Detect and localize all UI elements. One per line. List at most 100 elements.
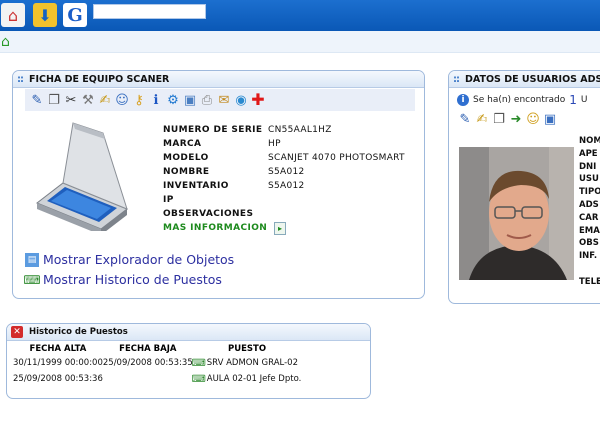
results-count: i Se ha(n) encontrado 1 U [457, 93, 588, 107]
field-label: ADS [579, 199, 599, 210]
puesto-label: SRV ADMON GRAL-02 [206, 358, 298, 368]
field-label: TELE [579, 276, 600, 287]
equipment-fields: NUMERO DE SERIE CN55AAL1HZ MARCA HP MODELO… [163, 123, 405, 235]
users-icon[interactable]: ☺ [525, 111, 541, 127]
field-label: NUMERO DE SERIE [163, 125, 263, 135]
field-label: OBS [579, 238, 599, 249]
users-icon[interactable]: ☺ [114, 92, 130, 108]
panel-title: Historico de Puestos [29, 327, 128, 337]
found-suffix: U [580, 95, 588, 105]
drag-handle-icon[interactable]: :: [17, 74, 24, 85]
panel-title: FICHA DE EQUIPO SCANER [29, 73, 170, 85]
workstation-icon: ⌨ [191, 357, 206, 369]
globe-icon[interactable]: ◉ [233, 92, 249, 108]
puesto-label: AULA 02-01 Jefe Dpto. [206, 374, 302, 384]
puesto-cell[interactable]: ⌨ SRV ADMON GRAL-02 [191, 355, 302, 371]
field-label: NOMBRE [163, 167, 210, 177]
field-label: CAR [579, 212, 599, 223]
note-icon[interactable]: ✍ [474, 111, 490, 127]
add-icon[interactable]: ✚ [250, 92, 266, 108]
found-text: Se ha(n) encontrado [473, 95, 566, 105]
field-value: S5A012 [268, 181, 305, 191]
tools-icon[interactable]: ⚒ [80, 92, 96, 108]
explorer-icon: ▤ [25, 252, 39, 267]
field-row-modelo: MODELO SCANJET 4070 PHOTOSMART [163, 151, 405, 165]
close-icon[interactable]: ✕ [11, 326, 23, 338]
field-label: TIPO [579, 187, 600, 198]
computer-icon[interactable]: ▣ [542, 111, 558, 127]
user-field-labels: NOM APE DNI USU TIPO ADS CAR EMA OBS INF… [579, 135, 600, 289]
panel-title: DATOS DE USUARIOS ADS [465, 73, 600, 85]
field-label: EMA [579, 225, 600, 236]
field-label: INF. [579, 251, 598, 262]
copy-icon[interactable]: ❐ [46, 92, 62, 108]
field-row-marca: MARCA HP [163, 137, 405, 151]
field-label [579, 263, 600, 276]
field-value: HP [268, 139, 281, 149]
equipment-toolbar: ✎ ❐ ✂ ⚒ ✍ ☺ ⚷ ℹ ⚙ ▣ ⎙ ✉ ◉ ✚ [25, 89, 415, 111]
field-row-serie: NUMERO DE SERIE CN55AAL1HZ [163, 123, 405, 137]
note-icon[interactable]: ✍ [97, 92, 113, 108]
top-toolbar: ⌂ ⬇ G [0, 0, 600, 31]
print-icon[interactable]: ⎙ [199, 92, 215, 108]
download-icon[interactable]: ⬇ [33, 3, 57, 27]
field-label: MODELO [163, 153, 209, 163]
google-letter: G [67, 4, 83, 26]
field-label: OBSERVACIONES [163, 209, 254, 219]
edit-icon[interactable]: ✎ [29, 92, 45, 108]
field-row-observaciones: OBSERVACIONES [163, 207, 405, 221]
cut-icon[interactable]: ✂ [63, 92, 79, 108]
settings-icon[interactable]: ⚙ [165, 92, 181, 108]
field-value: CN55AAL1HZ [268, 125, 332, 135]
users-panel: :: DATOS DE USUARIOS ADS i Se ha(n) enco… [448, 70, 600, 304]
field-row-inventario: INVENTARIO S5A012 [163, 179, 405, 193]
field-label: DNI [579, 161, 597, 172]
field-label: IP [163, 195, 174, 205]
monitor-icon[interactable]: ▣ [182, 92, 198, 108]
field-label: APE [579, 148, 598, 159]
field-row-ip: IP [163, 193, 405, 207]
fecha-alta-cell: 30/11/1999 00:00:00 [13, 358, 103, 368]
show-workstation-history-link[interactable]: ⌨ Mostrar Historico de Puestos [23, 272, 222, 287]
home-icon[interactable]: ⌂ [1, 3, 25, 27]
table-row: 25/09/2008 00:53:36 ⌨ AULA 02-01 Jefe Dpt… [13, 371, 301, 387]
sub-toolbar: ⌂ [0, 31, 600, 53]
field-label: NOM [579, 136, 600, 146]
link-label: Mostrar Explorador de Objetos [43, 252, 235, 267]
info-icon[interactable]: ℹ [148, 92, 164, 108]
home-icon[interactable]: ⌂ [1, 34, 10, 50]
copy-icon[interactable]: ❐ [491, 111, 507, 127]
email-icon[interactable]: ✉ [216, 92, 232, 108]
search-input[interactable] [93, 4, 206, 19]
edit-icon[interactable]: ✎ [457, 111, 473, 127]
panel-header: :: FICHA DE EQUIPO SCANER [13, 71, 424, 88]
field-value: S5A012 [268, 167, 305, 177]
found-count: 1 [569, 93, 577, 107]
fecha-baja-cell: 25/09/2008 00:53:35 [102, 358, 193, 368]
column-header: PUESTO [227, 344, 267, 354]
table-header: FECHA ALTA FECHA BAJA PUESTO [13, 343, 301, 355]
google-icon[interactable]: G [63, 3, 87, 27]
more-info-link[interactable]: MAS INFORMACION [163, 221, 268, 235]
show-object-explorer-link[interactable]: ▤ Mostrar Explorador de Objetos [25, 252, 234, 267]
user-photo [459, 147, 574, 280]
workstation-icon: ⌨ [23, 272, 41, 287]
column-header: FECHA ALTA [29, 344, 87, 354]
fecha-alta-cell: 25/09/2008 00:53:36 [13, 374, 103, 384]
forward-icon[interactable]: ➜ [508, 111, 524, 127]
info-icon: i [457, 94, 469, 106]
history-table: FECHA ALTA FECHA BAJA PUESTO 30/11/1999 … [13, 343, 301, 387]
puesto-cell[interactable]: ⌨ AULA 02-01 Jefe Dpto. [192, 371, 302, 387]
users-toolbar: ✎ ✍ ❐ ➜ ☺ ▣ [457, 111, 558, 127]
table-row: 30/11/1999 00:00:00 25/09/2008 00:53:35 … [13, 355, 301, 371]
more-info-icon[interactable]: ▸ [274, 222, 286, 235]
link-label: Mostrar Historico de Puestos [43, 272, 222, 287]
field-row-nombre: NOMBRE S5A012 [163, 165, 405, 179]
scanner-image [36, 122, 128, 231]
panel-header: :: DATOS DE USUARIOS ADS [449, 71, 600, 88]
field-value: SCANJET 4070 PHOTOSMART [268, 153, 405, 163]
wrench-icon[interactable]: ⚷ [131, 92, 147, 108]
drag-handle-icon[interactable]: :: [453, 74, 460, 85]
field-label: INVENTARIO [163, 181, 229, 191]
panel-header: ✕ Historico de Puestos [7, 324, 370, 341]
